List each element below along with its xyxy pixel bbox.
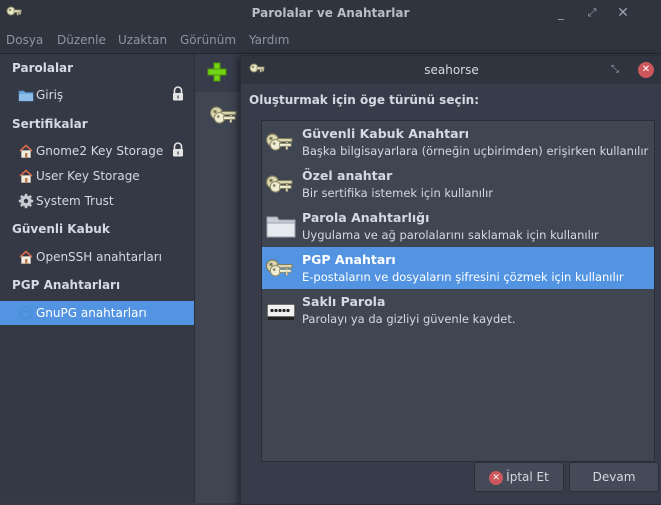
sidebar-item-label: GnuPG anahtarları: [36, 306, 147, 320]
option-pgp-key[interactable]: PGP Anahtarı E-postaların ve dosyaların …: [262, 247, 654, 289]
lock-icon[interactable]: [170, 86, 186, 102]
sidebar-item-label: Gnome2 Key Storage: [36, 144, 164, 158]
maximize-icon[interactable]: ⤢: [584, 5, 600, 21]
folder-icon: [265, 213, 297, 239]
menu-bar: Dosya Düzenle Uzaktan Görünüm Yardım: [0, 27, 661, 54]
sidebar-item-gnome2-key-storage[interactable]: Gnome2 Key Storage: [0, 139, 194, 163]
section-passwords: Parolalar: [12, 61, 74, 75]
cancel-label: İptal Et: [506, 470, 549, 484]
cancel-button[interactable]: ✕ İptal Et: [474, 462, 564, 492]
sidebar-item-label: Giriş: [36, 88, 64, 102]
dialog-titlebar: seahorse ⤡ ✕: [241, 56, 661, 84]
menu-yardim[interactable]: Yardım: [249, 33, 289, 47]
sidebar-item-label: System Trust: [36, 194, 114, 208]
close-icon[interactable]: ✕: [615, 5, 631, 21]
dialog-prompt: Oluşturmak için öge türünü seçin:: [249, 93, 480, 107]
option-private-key[interactable]: Özel anahtar Bir sertifika istemek için …: [262, 163, 654, 205]
option-name: Güvenli Kabuk Anahtarı: [302, 126, 470, 141]
keys-icon: [265, 129, 297, 155]
option-description: E-postaların ve dosyaların şifresini çöz…: [302, 270, 624, 284]
menu-dosya[interactable]: Dosya: [6, 33, 43, 47]
section-secure-shell: Güvenli Kabuk: [12, 222, 110, 236]
option-description: Parolayı ya da gizliyi güvenle kaydet.: [302, 312, 516, 326]
cancel-icon: ✕: [489, 470, 504, 485]
minimize-icon[interactable]: _: [553, 5, 569, 21]
keys-icon: [265, 255, 297, 281]
menu-gorunum[interactable]: Görünüm: [180, 33, 236, 47]
option-description: Başka bilgisayarlara (örneğin uçbirimden…: [302, 144, 649, 158]
sidebar-item-label: OpenSSH anahtarları: [36, 250, 162, 264]
menu-duzenle[interactable]: Düzenle: [57, 33, 106, 47]
sidebar-item-user-key-storage[interactable]: User Key Storage: [0, 164, 194, 188]
sidebar-item-label: User Key Storage: [36, 169, 140, 183]
gear-icon: [18, 193, 34, 209]
sidebar-item-openssh[interactable]: OpenSSH anahtarları: [0, 245, 194, 269]
continue-label: Devam: [592, 470, 636, 484]
continue-button[interactable]: Devam: [569, 462, 659, 492]
option-name: Parola Anahtarlığı: [302, 210, 430, 225]
sidebar-item-system-trust[interactable]: System Trust: [0, 189, 194, 213]
home-icon: [18, 168, 34, 184]
section-certificates: Sertifikalar: [12, 117, 88, 131]
keys-icon: [265, 171, 297, 197]
lock-icon[interactable]: [170, 142, 186, 158]
keys-icon: [209, 102, 241, 128]
option-stored-password[interactable]: Saklı Parola Parolayı ya da gizliyi güve…: [262, 289, 654, 331]
section-pgp-keys: PGP Anahtarları: [12, 278, 121, 292]
restore-icon[interactable]: ⤡: [607, 62, 623, 78]
home-icon: [18, 143, 34, 159]
menu-uzaktan[interactable]: Uzaktan: [118, 33, 167, 47]
option-description: Uygulama ve ağ parolalarını saklamak içi…: [302, 228, 599, 242]
window-titlebar: Parolalar ve Anahtarlar _ ⤢ ✕: [0, 0, 661, 27]
gnupg-icon: [18, 305, 34, 321]
sidebar: Parolalar Giriş Sertifikalar Gnome2 Key …: [0, 54, 195, 503]
option-description: Bir sertifika istemek için kullanılır: [302, 186, 494, 200]
option-secure-shell-key[interactable]: Güvenli Kabuk Anahtarı Başka bilgisayarl…: [262, 121, 654, 163]
sidebar-item-giris[interactable]: Giriş: [0, 83, 194, 107]
folder-icon: [18, 87, 34, 103]
sidebar-item-gnupg[interactable]: GnuPG anahtarları: [0, 301, 194, 325]
option-name: Saklı Parola: [302, 294, 386, 309]
item-type-list: Güvenli Kabuk Anahtarı Başka bilgisayarl…: [261, 120, 655, 462]
dialog-title: seahorse: [424, 63, 479, 77]
add-icon[interactable]: [207, 62, 227, 82]
option-name: Özel anahtar: [302, 168, 393, 183]
home-icon: [18, 249, 34, 265]
password-field-icon: [265, 297, 297, 323]
dialog-close-icon[interactable]: ✕: [638, 62, 654, 78]
option-password-keyring[interactable]: Parola Anahtarlığı Uygulama ve ağ parola…: [262, 205, 654, 247]
create-item-dialog: seahorse ⤡ ✕ Oluşturmak için öge türünü …: [240, 55, 661, 505]
option-name: PGP Anahtarı: [302, 252, 396, 267]
